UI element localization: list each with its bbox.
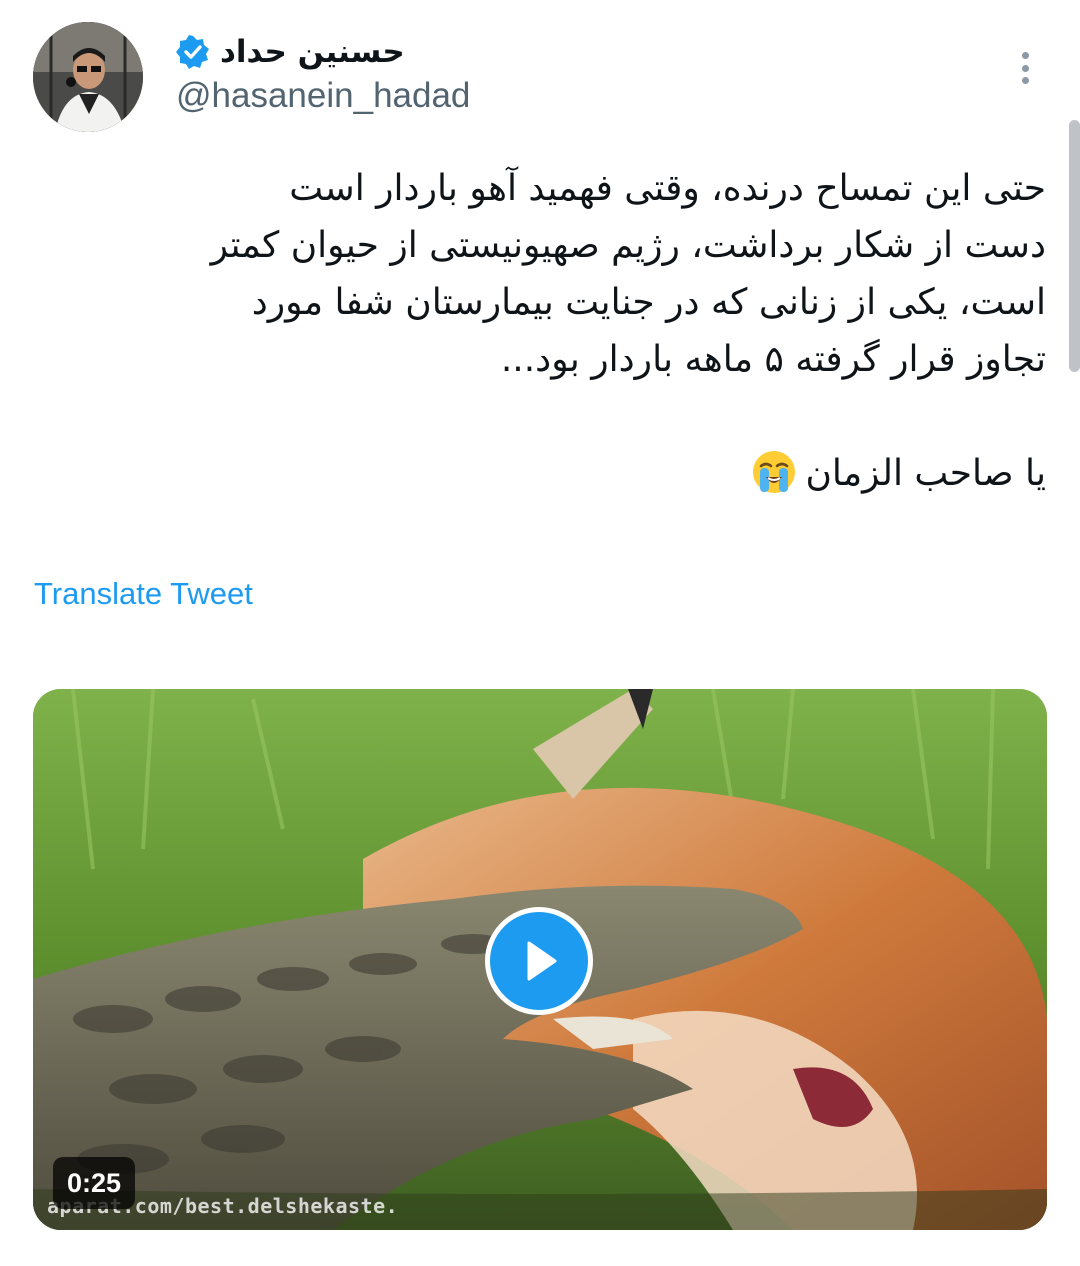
more-dot	[1021, 77, 1029, 84]
avatar[interactable]	[33, 22, 143, 132]
tweet-line: دست از شکار برداشت، رژیم صهیونیستی از حی…	[210, 225, 1046, 266]
verified-badge-icon	[176, 35, 210, 69]
author-display-name[interactable]: حسنین حداد	[220, 34, 405, 70]
tweet-line: تجاوز قرار گرفته ۵ ماهه باردار بود...	[500, 339, 1046, 380]
author-name-row[interactable]: حسنین حداد	[176, 28, 405, 76]
closing-text: یا صاحب الزمان	[805, 453, 1046, 494]
more-dot	[1021, 64, 1029, 72]
video-player[interactable]: aparat.com/best.delshekaste. 0:25	[33, 689, 1047, 1230]
tweet-closing-line: یا صاحب الزمان	[46, 445, 1046, 502]
more-vertical-icon[interactable]	[1010, 48, 1040, 88]
tweet-text: حتی این تمساح درنده، وقتی فهمید آهو بارد…	[46, 160, 1046, 502]
video-duration-badge: 0:25	[53, 1157, 136, 1209]
more-dot	[1021, 52, 1029, 59]
tweet-line: است، یکی از زنانی که در جنایت بیمارستان …	[251, 282, 1046, 323]
play-button[interactable]	[485, 907, 593, 1015]
avatar-image	[33, 22, 143, 132]
scrollbar[interactable]	[1069, 120, 1080, 372]
play-icon	[527, 941, 557, 981]
author-handle[interactable]: @hasanein_hadad	[176, 76, 470, 116]
tweet-line: حتی این تمساح درنده، وقتی فهمید آهو بارد…	[289, 168, 1046, 209]
translate-tweet-link[interactable]: Translate Tweet	[34, 576, 253, 612]
loudly-crying-face-icon	[751, 449, 797, 495]
